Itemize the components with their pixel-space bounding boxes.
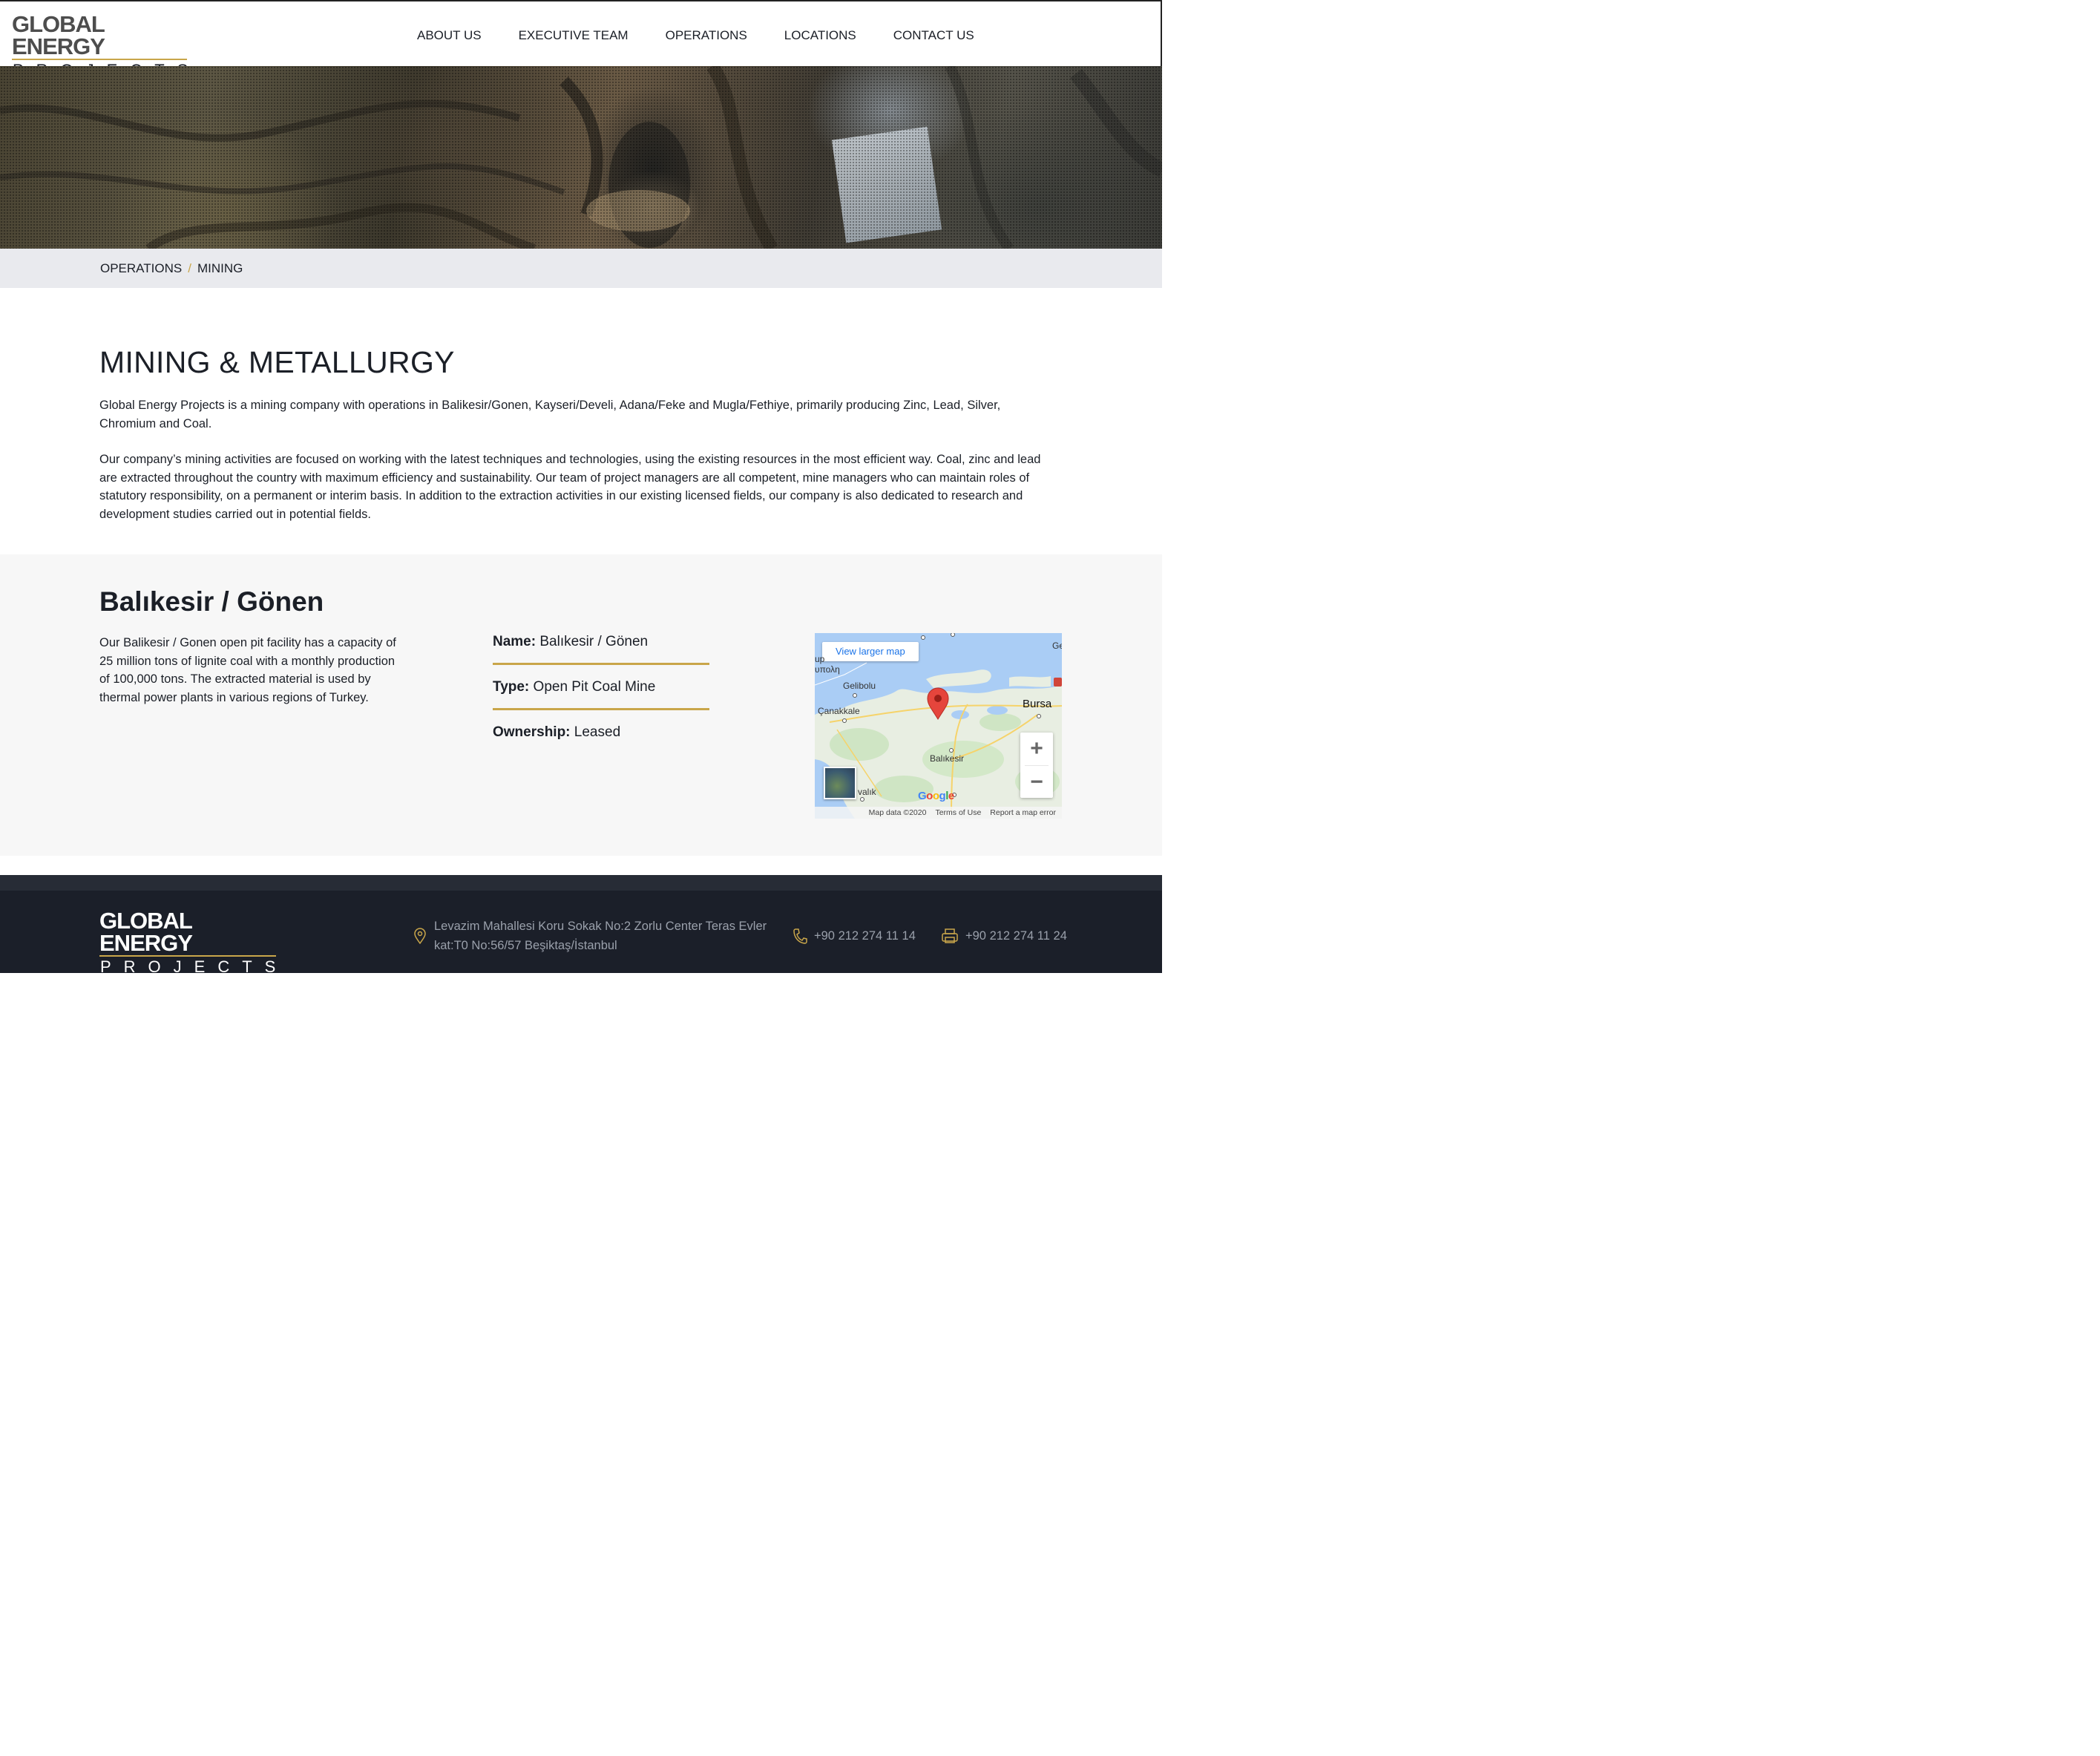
site-footer: GLOBAL ENERGY PROJECTS Levazim Mahallesi… (0, 891, 1162, 976)
fact-divider (493, 663, 709, 665)
google-logo: Google (918, 790, 954, 802)
footer-fax[interactable]: +90 212 274 11 24 (965, 928, 1067, 944)
map-label-balikesir: Balıkesir (930, 753, 965, 764)
nav-locations[interactable]: LOCATIONS (784, 28, 856, 43)
intro-paragraph-2: Our company’s mining activities are focu… (99, 453, 1041, 521)
nav-operations[interactable]: OPERATIONS (666, 28, 747, 43)
hero-dot-overlay (0, 66, 1162, 249)
location-title: Balıkesir / Gönen (99, 586, 324, 617)
main-nav: ABOUT US EXECUTIVE TEAM OPERATIONS LOCAT… (417, 28, 974, 43)
breadcrumb: OPERATIONS / MINING (100, 261, 243, 276)
breadcrumb-bar: OPERATIONS / MINING (0, 249, 1162, 288)
breadcrumb-operations[interactable]: OPERATIONS (100, 261, 182, 275)
location-facts: Name: Balıkesir / Gönen Type: Open Pit C… (493, 632, 709, 767)
satellite-view-toggle[interactable] (824, 767, 856, 799)
page-title: MINING & METALLURGY (99, 345, 455, 379)
fax-icon (942, 928, 958, 943)
fact-ownership: Ownership: Leased (493, 722, 709, 767)
footer-logo-text-bottom: PROJECTS (100, 957, 289, 976)
google-map[interactable]: View larger map υπολη up Ge Gelibolu Çan… (815, 633, 1062, 819)
fact-name: Name: Balıkesir / Gönen (493, 632, 709, 677)
zoom-in-button[interactable]: + (1020, 733, 1053, 765)
location-section: Balıkesir / Gönen Our Balikesir / Gonen … (0, 554, 1162, 856)
map-label-ayvalik: valık (858, 787, 876, 797)
intro-section: MINING & METALLURGY Global Energy Projec… (0, 288, 1162, 554)
fact-type-value: Open Pit Coal Mine (533, 679, 656, 695)
map-zoom-control: + − (1020, 733, 1053, 798)
zoom-out-button[interactable]: − (1020, 766, 1053, 799)
footer-address-line-2: kat:T0 No:56/57 Beşiktaş/İstanbul (434, 939, 617, 952)
fact-type-label: Type: (493, 679, 530, 695)
map-report-error-link[interactable]: Report a map error (990, 808, 1056, 817)
footer-logo-text-top: GLOBAL ENERGY (99, 908, 193, 956)
fact-ownership-value: Leased (574, 724, 621, 740)
footer-logo[interactable]: GLOBAL ENERGY PROJECTS (99, 908, 289, 976)
intro-paragraph-1: Global Energy Projects is a mining compa… (99, 399, 1001, 430)
map-data-credit: Map data ©2020 (868, 808, 927, 817)
footer-address-line-1: Levazim Mahallesi Koru Sokak No:2 Zorlu … (434, 920, 767, 933)
map-terms-link[interactable]: Terms of Use (935, 808, 981, 817)
hero-mine-tunnel-image (0, 66, 1162, 249)
location-description: Our Balikesir / Gonen open pit facility … (99, 636, 396, 704)
map-label-canakkale: Çanakkale (818, 706, 860, 716)
phone-icon (793, 928, 807, 944)
fact-ownership-label: Ownership: (493, 724, 571, 740)
nav-about-us[interactable]: ABOUT US (417, 28, 482, 43)
fact-divider (493, 708, 709, 710)
breadcrumb-separator: / (188, 261, 191, 275)
map-label-greek: υπολη (815, 664, 840, 675)
map-label-gelibolu: Gelibolu (843, 681, 876, 691)
nav-contact-us[interactable]: CONTACT US (893, 28, 974, 43)
map-footer: Map data ©2020 Terms of Use Report a map… (815, 807, 1062, 819)
map-label-up: up (815, 654, 825, 664)
nav-executive-team[interactable]: EXECUTIVE TEAM (519, 28, 629, 43)
footer-address: Levazim Mahallesi Koru Sokak No:2 Zorlu … (434, 917, 768, 955)
fact-name-value: Balıkesir / Gönen (539, 634, 649, 649)
footer-phone[interactable]: +90 212 274 11 14 (814, 928, 916, 944)
view-larger-map-link[interactable]: View larger map (822, 642, 919, 661)
logo-text-top: GLOBAL ENERGY (12, 11, 105, 59)
footer-top-band (0, 875, 1162, 891)
location-pin-icon (414, 928, 426, 944)
fact-name-label: Name: (493, 634, 537, 649)
breadcrumb-mining: MINING (197, 261, 243, 275)
fact-type: Type: Open Pit Coal Mine (493, 677, 709, 722)
map-label-bursa: Bursa (1023, 698, 1052, 710)
map-label-ge: Ge (1052, 641, 1062, 651)
site-header: GLOBAL ENERGY PROJECTS ABOUT US EXECUTIV… (0, 0, 1162, 79)
footer-spacer (0, 856, 1162, 875)
